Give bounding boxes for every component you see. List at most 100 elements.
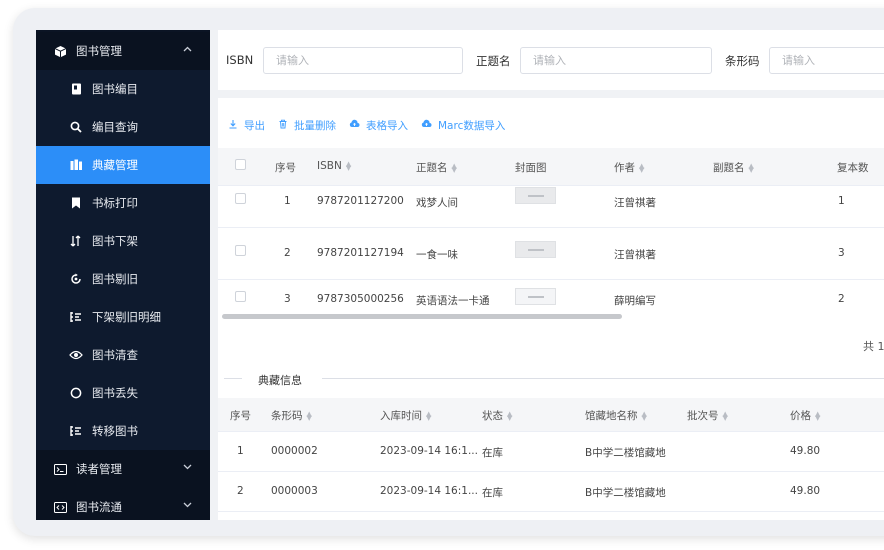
column-header-cover: 封面图 — [515, 162, 547, 174]
isbn-input[interactable] — [263, 47, 463, 74]
sidebar-item-delist-details[interactable]: 下架剔旧明细 — [36, 298, 210, 336]
batch-delete-button[interactable]: 批量删除 — [278, 118, 336, 133]
column-header-subtitle[interactable]: 副题名 ▲ ▼ — [713, 160, 754, 175]
sidebar-item-label: 书标打印 — [92, 196, 138, 210]
cell-copies: 1 — [838, 195, 845, 207]
select-all-checkbox[interactable] — [235, 159, 246, 170]
table-row[interactable]: 2 9787201127194 一食一味 汪曾祺著 3 — [218, 228, 884, 280]
cell-status: 在库 — [482, 447, 503, 459]
cell-title: 一食一味 — [416, 249, 458, 261]
column-header-barcode[interactable]: 条形码 ▲ ▼ — [271, 408, 312, 423]
cover-thumbnail[interactable] — [515, 288, 556, 305]
sidebar-group-reader-management[interactable]: 读者管理 — [36, 450, 210, 488]
sidebar-item-weed-out[interactable]: 图书剔旧 — [36, 260, 210, 298]
chevron-up-icon — [183, 44, 192, 55]
cell-date: 2023-09-14 16:1... — [380, 445, 478, 457]
holdings-panel: 导出 批量删除 表格导入 Marc数据导入 序号 ISBN ▲ ▼ 正题名 ▲ … — [218, 98, 884, 520]
row-checkbox[interactable] — [235, 193, 246, 204]
sort-icon[interactable]: ▲ ▼ — [307, 411, 312, 422]
table-row[interactable]: 1 0000002 2023-09-14 16:1... 在库 B中学二楼馆藏地… — [218, 432, 884, 472]
sidebar-item-catalog[interactable]: 图书编目 — [36, 70, 210, 108]
eye-icon — [69, 348, 83, 362]
sidebar-group-label: 读者管理 — [76, 462, 122, 476]
marc-import-button[interactable]: Marc数据导入 — [421, 118, 505, 133]
cell-seq: 2 — [237, 485, 244, 497]
transfer-icon — [69, 424, 83, 438]
trash-icon — [278, 119, 288, 132]
sidebar-item-label: 图书丢失 — [92, 386, 138, 400]
main-content: ISBN 正题名 条形码 导出 批量删除 — [210, 30, 884, 520]
sidebar-item-holdings[interactable]: 典藏管理 — [36, 146, 210, 184]
sidebar-group-label: 图书管理 — [76, 44, 122, 58]
row-checkbox[interactable] — [235, 245, 246, 256]
isbn-label: ISBN — [226, 53, 254, 67]
cell-seq: 2 — [284, 247, 291, 259]
sidebar-item-inventory-check[interactable]: 图书清查 — [36, 336, 210, 374]
sidebar-group-circulation[interactable]: 图书流通 — [36, 488, 210, 520]
refresh-icon — [69, 272, 83, 286]
list-detail-icon — [69, 310, 83, 324]
download-icon — [228, 119, 238, 132]
cover-thumbnail[interactable] — [515, 187, 556, 204]
barcode-input[interactable] — [769, 47, 884, 74]
column-header-date[interactable]: 入库时间 ▲ ▼ — [380, 408, 431, 423]
pagination-total: 共 1( — [863, 340, 884, 353]
cell-title: 戏梦人间 — [416, 197, 458, 209]
sidebar-item-catalog-query[interactable]: 编目查询 — [36, 108, 210, 146]
cell-price: 49.80 — [790, 485, 821, 497]
sidebar-item-label-print[interactable]: 书标打印 — [36, 184, 210, 222]
sidebar: 图书管理 图书编目 编目查询 典藏管理 书标打印 图书下架 图书剔旧 下架剔旧明… — [36, 30, 210, 520]
sort-icon[interactable]: ▲ ▼ — [426, 411, 431, 422]
title-input[interactable] — [520, 47, 712, 74]
batch-delete-label: 批量删除 — [294, 119, 336, 132]
sort-icon[interactable]: ▲ ▼ — [639, 163, 644, 174]
cell-author: 薛明编写 — [614, 295, 656, 307]
sort-icon[interactable]: ▲ ▼ — [815, 411, 820, 422]
sort-icon[interactable]: ▲ ▼ — [642, 411, 647, 422]
sort-icon[interactable]: ▲ ▼ — [346, 161, 351, 172]
cloud-upload-icon — [421, 119, 432, 131]
sort-icon[interactable]: ▲ ▼ — [723, 411, 728, 422]
shelf-off-icon — [69, 234, 83, 248]
sort-icon[interactable]: ▲ ▼ — [749, 163, 754, 174]
cell-seq: 3 — [284, 293, 291, 305]
cell-title: 英语语法一卡通 — [416, 295, 490, 307]
sidebar-item-label: 下架剔旧明细 — [92, 310, 161, 324]
sidebar-group-book-management[interactable]: 图书管理 — [36, 32, 210, 70]
column-header-isbn[interactable]: ISBN ▲ ▼ — [317, 160, 351, 172]
cell-author: 汪曾祺著 — [614, 197, 656, 209]
column-header-batch[interactable]: 批次号 ▲ ▼ — [687, 408, 728, 423]
column-header-seq: 序号 — [275, 162, 296, 174]
table-row[interactable]: 1 9787201127200 戏梦人间 汪曾祺著 1 — [218, 186, 884, 228]
column-header-location[interactable]: 馆藏地名称 ▲ ▼ — [585, 408, 647, 423]
sidebar-item-label: 转移图书 — [92, 424, 138, 438]
holdings-section-title: 典藏信息 — [258, 374, 302, 387]
code-icon — [53, 500, 67, 514]
row-checkbox[interactable] — [235, 291, 246, 302]
divider-line-right — [322, 378, 884, 379]
cell-author: 汪曾祺著 — [614, 249, 656, 261]
cover-thumbnail[interactable] — [515, 241, 556, 258]
column-header-author[interactable]: 作者 ▲ ▼ — [614, 160, 644, 175]
column-header-copies: 复本数 — [837, 162, 869, 174]
marc-import-label: Marc数据导入 — [438, 119, 506, 132]
sidebar-item-label: 编目查询 — [92, 120, 138, 134]
cell-isbn: 9787305000256 — [317, 293, 404, 305]
sidebar-item-delist[interactable]: 图书下架 — [36, 222, 210, 260]
table-import-button[interactable]: 表格导入 — [349, 118, 408, 133]
bookmark-icon — [69, 196, 83, 210]
books-icon — [69, 158, 83, 172]
cell-seq: 1 — [284, 195, 291, 207]
sidebar-item-transfer[interactable]: 转移图书 — [36, 412, 210, 450]
column-header-price[interactable]: 价格 ▲ ▼ — [790, 408, 820, 423]
sidebar-item-lost[interactable]: 图书丢失 — [36, 374, 210, 412]
horizontal-scrollbar[interactable] — [222, 314, 622, 319]
column-header-title[interactable]: 正题名 ▲ ▼ — [416, 160, 457, 175]
export-button[interactable]: 导出 — [228, 118, 265, 133]
sort-icon[interactable]: ▲ ▼ — [507, 411, 512, 422]
column-header-status[interactable]: 状态 ▲ ▼ — [482, 408, 512, 423]
cube-icon — [53, 44, 67, 58]
sort-icon[interactable]: ▲ ▼ — [452, 163, 457, 174]
table-row[interactable]: 2 0000003 2023-09-14 16:1... 在库 B中学二楼馆藏地… — [218, 472, 884, 512]
cell-status: 在库 — [482, 487, 503, 499]
